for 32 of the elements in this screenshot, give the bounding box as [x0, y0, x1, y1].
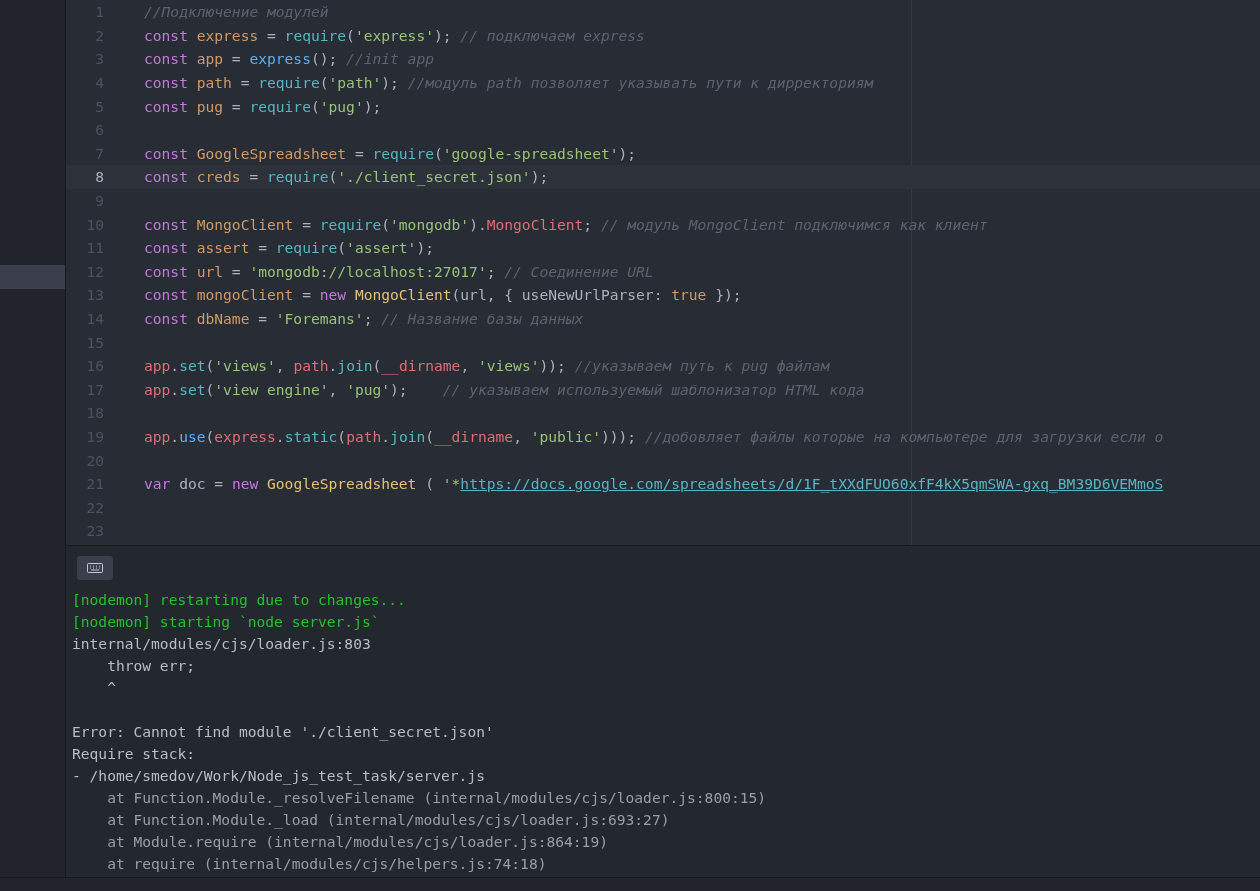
- keyboard-button[interactable]: [77, 556, 113, 580]
- terminal-output-line: ^: [106, 678, 117, 698]
- code-line: const pug = require('pug');: [144, 97, 382, 115]
- code-line: const creds = require('./client_secret.json');: [144, 168, 549, 186]
- terminal-output-line: internal/modules/cjs/loader.js:803: [72, 634, 372, 654]
- line-number: 8: [94, 168, 105, 186]
- code-line: const mongoClient = new MongoClient(url, { useNewUrlParser: true });: [144, 286, 742, 304]
- code-line: app.set('view engine', 'pug'); // указываем используемый шаблонизатор HTML кода: [144, 380, 865, 398]
- terminal-output-line: [nodemon] restarting due to changes...: [72, 590, 407, 610]
- terminal-output-line: Error: Cannot find module './client_secret.json': [72, 722, 495, 743]
- terminal-output-line: [nodemon] starting `node server.js`: [72, 612, 381, 632]
- keyboard-icon: [87, 563, 103, 573]
- url-link[interactable]: https://docs.google.com/spreadsheets/d/1F_tXXdFUO60xfF4kX5qmSWA-gxq_BM39D6VEMmoS: [460, 475, 1164, 493]
- code-line: const GoogleSpreadsheet = require('google-spreadsheet');: [144, 144, 637, 162]
- code-line: const path = require('path'); //модуль path позволяет указывать пути к дирректориям: [144, 74, 874, 92]
- code-line: const dbName = 'Foremans'; // Название базы данных: [144, 310, 584, 327]
- terminal-output-line: at Module.require (internal/modules/cjs/loader.js:864:19): [106, 832, 609, 852]
- code-line: const app = express(); //init app: [144, 50, 434, 68]
- code-line: app.use(express.static(path.join(__dirname, 'public'))); //добовляет файлы которые на компьютере для загрузки если о: [144, 428, 1164, 445]
- code-line: const assert = require('assert');: [144, 239, 434, 257]
- terminal-output-line: Require stack:: [72, 744, 196, 764]
- code-line: app.set('views', path.join(__dirname, 'views')); //указываем путь к pug файлам: [144, 357, 830, 375]
- code-line: var doc = new GoogleSpreadsheet ( '*https://docs.google.com/spreadsheets/d/1F_tXXdFUO60xfF4kX5qmSWA-gxq_BM39D6VEMmoS: [144, 475, 1164, 493]
- terminal-output-line: at require (internal/modules/cjs/helpers.js:74:18): [106, 854, 548, 874]
- terminal-output-line: at Function.Module._resolveFilename (internal/modules/cjs/loader.js:800:15): [106, 788, 768, 809]
- code-line: const url = 'mongodb://localhost:27017'; // Соединение URL: [144, 262, 654, 280]
- terminal-output-line: throw err;: [106, 656, 196, 676]
- code-line: //Подключение модулей: [144, 3, 329, 21]
- terminal-output-line: - /home/smedov/Work/Node_js_test_task/server.js: [72, 766, 486, 787]
- code-line: const express = require('express'); // подключаем express: [144, 26, 645, 44]
- terminal-output-line: at Function.Module._load (internal/modules/cjs/loader.js:693:27): [106, 810, 671, 831]
- code-line: const MongoClient = require('mongodb').MongoClient; // модуль MongoClient подключимся как клиент: [144, 215, 988, 233]
